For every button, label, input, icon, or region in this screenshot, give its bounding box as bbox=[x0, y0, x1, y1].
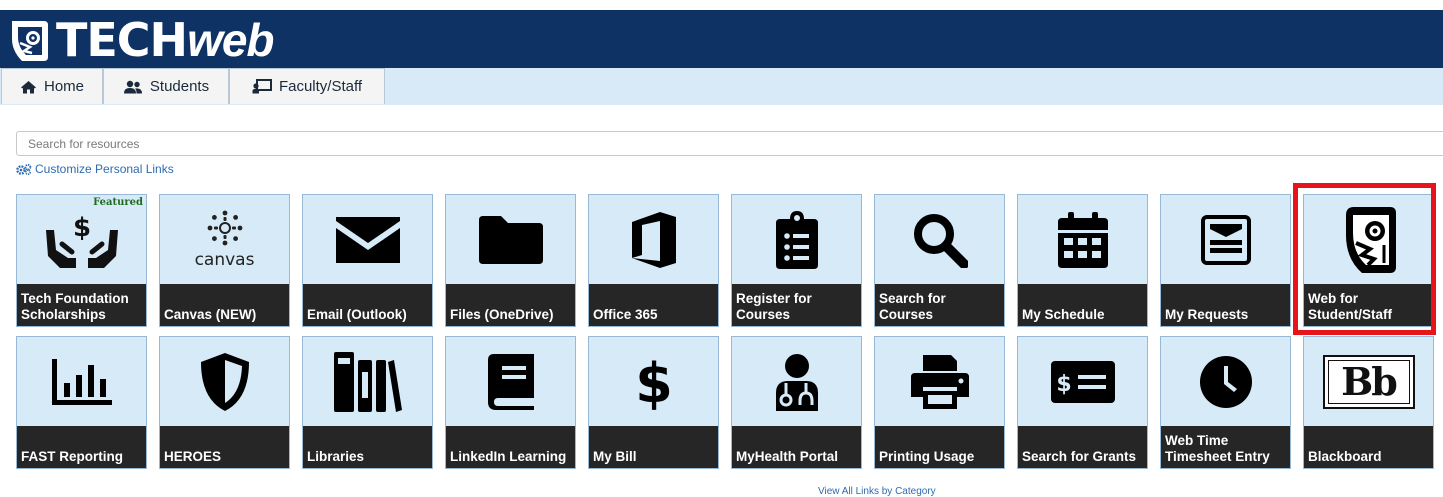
tile-label: Canvas (NEW) bbox=[164, 307, 257, 322]
printer-icon bbox=[910, 354, 969, 409]
tile-label: My Bill bbox=[593, 449, 637, 464]
chalkboard-teacher-icon bbox=[252, 79, 272, 94]
tile-web-time-timesheet-entry[interactable]: Web Time Timesheet Entry bbox=[1160, 336, 1291, 469]
canvas-logo-icon bbox=[207, 210, 242, 246]
bar-chart-icon bbox=[51, 358, 112, 405]
tile-label: My Requests bbox=[1165, 307, 1249, 322]
tile-label: HEROES bbox=[164, 449, 222, 464]
canvas-logo-text: canvas bbox=[194, 250, 255, 270]
hands-dollar-icon: $ bbox=[45, 213, 118, 268]
tile-my-bill[interactable]: $ My Bill bbox=[588, 336, 719, 469]
tile-fast-reporting[interactable]: FAST Reporting bbox=[16, 336, 147, 469]
tile-libraries[interactable]: Libraries bbox=[302, 336, 433, 469]
clipboard-list-icon bbox=[775, 210, 818, 269]
home-icon bbox=[20, 80, 36, 93]
tile-myhealth-portal[interactable]: MyHealth Portal bbox=[731, 336, 862, 469]
techweb-logo[interactable]: TECHweb bbox=[6, 13, 275, 67]
svg-text:$: $ bbox=[72, 213, 90, 243]
tile-my-requests[interactable]: My Requests bbox=[1160, 194, 1291, 327]
tab-home[interactable]: Home bbox=[1, 68, 103, 104]
dollar-sign-icon: $ bbox=[635, 352, 673, 412]
tile-tech-foundation-scholarships[interactable]: Featured $ Tech Foundation Scholarships bbox=[16, 194, 147, 327]
tile-label: Files (OneDrive) bbox=[450, 307, 554, 322]
tile-register-for-courses[interactable]: Register for Courses bbox=[731, 194, 862, 327]
svg-text:$: $ bbox=[635, 352, 673, 412]
tab-faculty-staff-label: Faculty/Staff bbox=[278, 78, 363, 95]
folder-icon bbox=[478, 215, 543, 264]
envelope-icon bbox=[335, 216, 400, 263]
users-icon bbox=[123, 80, 142, 93]
tile-label: LinkedIn Learning bbox=[450, 449, 567, 464]
blackboard-logo-text: Bb bbox=[1341, 359, 1398, 404]
customize-label: Customize Personal Links bbox=[35, 162, 174, 176]
tab-students-label: Students bbox=[149, 78, 210, 95]
nav-bar: Home Students Faculty/Staff bbox=[0, 68, 1443, 105]
brand-name-part2: web bbox=[187, 14, 274, 66]
search-input[interactable] bbox=[16, 131, 1443, 156]
blackboard-logo-icon: Bb bbox=[1322, 354, 1415, 409]
tile-label: Office 365 bbox=[593, 307, 658, 322]
search-icon bbox=[913, 213, 968, 268]
tab-students[interactable]: Students bbox=[103, 68, 229, 104]
calendar-icon bbox=[1057, 211, 1108, 268]
customize-personal-links[interactable]: Customize Personal Links bbox=[16, 161, 174, 177]
tab-faculty-staff[interactable]: Faculty/Staff bbox=[229, 68, 385, 104]
tile-label: Tech Foundation Scholarships bbox=[21, 291, 129, 322]
tile-heroes[interactable]: HEROES bbox=[159, 336, 290, 469]
tile-label: Register for Courses bbox=[736, 291, 812, 322]
tile-linkedin-learning[interactable]: LinkedIn Learning bbox=[445, 336, 576, 469]
tile-label: Email (Outlook) bbox=[307, 307, 407, 322]
money-check-icon: $ bbox=[1050, 360, 1115, 403]
newspaper-icon bbox=[1200, 214, 1251, 265]
brand-name-part1: TECH bbox=[56, 13, 188, 67]
office-logo-icon bbox=[631, 211, 676, 268]
tile-label: Search for Courses bbox=[879, 291, 946, 322]
tab-home-label: Home bbox=[43, 78, 84, 95]
svg-text:$: $ bbox=[1056, 372, 1071, 397]
cogs-icon bbox=[16, 163, 32, 175]
tile-files-onedrive[interactable]: Files (OneDrive) bbox=[445, 194, 576, 327]
tile-search-for-grants[interactable]: $ Search for Grants bbox=[1017, 336, 1148, 469]
tile-web-for-student-staff[interactable]: Web for Student/Staff bbox=[1303, 194, 1434, 327]
brand-name: TECHweb bbox=[56, 13, 275, 67]
tile-label: Libraries bbox=[307, 449, 365, 464]
tile-my-schedule[interactable]: My Schedule bbox=[1017, 194, 1148, 327]
tile-label: Blackboard bbox=[1308, 449, 1382, 464]
tile-label: My Schedule bbox=[1022, 307, 1105, 322]
clock-icon bbox=[1199, 355, 1252, 408]
tile-canvas[interactable]: canvas Canvas (NEW) bbox=[159, 194, 290, 327]
tile-search-for-courses[interactable]: Search for Courses bbox=[874, 194, 1005, 327]
owl-logo-icon bbox=[12, 21, 48, 61]
owl-logo-icon bbox=[1345, 206, 1396, 273]
tile-email-outlook[interactable]: Email (Outlook) bbox=[302, 194, 433, 327]
site-header: TECHweb bbox=[0, 10, 1443, 68]
doctor-icon bbox=[775, 353, 818, 411]
tile-blackboard[interactable]: Bb Blackboard bbox=[1303, 336, 1434, 469]
view-all-links-link[interactable]: View All Links by Category bbox=[818, 486, 936, 497]
tile-label: Search for Grants bbox=[1022, 449, 1137, 464]
tile-label: Printing Usage bbox=[879, 449, 975, 464]
tile-office-365[interactable]: Office 365 bbox=[588, 194, 719, 327]
tile-label: Web Time Timesheet Entry bbox=[1165, 433, 1270, 464]
books-icon bbox=[333, 351, 402, 412]
book-icon bbox=[487, 353, 534, 410]
tile-printing-usage[interactable]: Printing Usage bbox=[874, 336, 1005, 469]
tile-label: MyHealth Portal bbox=[736, 449, 839, 464]
tile-label: FAST Reporting bbox=[21, 449, 123, 464]
top-strip bbox=[0, 0, 1443, 10]
shield-icon bbox=[200, 352, 249, 411]
tile-label: Web for Student/Staff bbox=[1308, 291, 1392, 322]
